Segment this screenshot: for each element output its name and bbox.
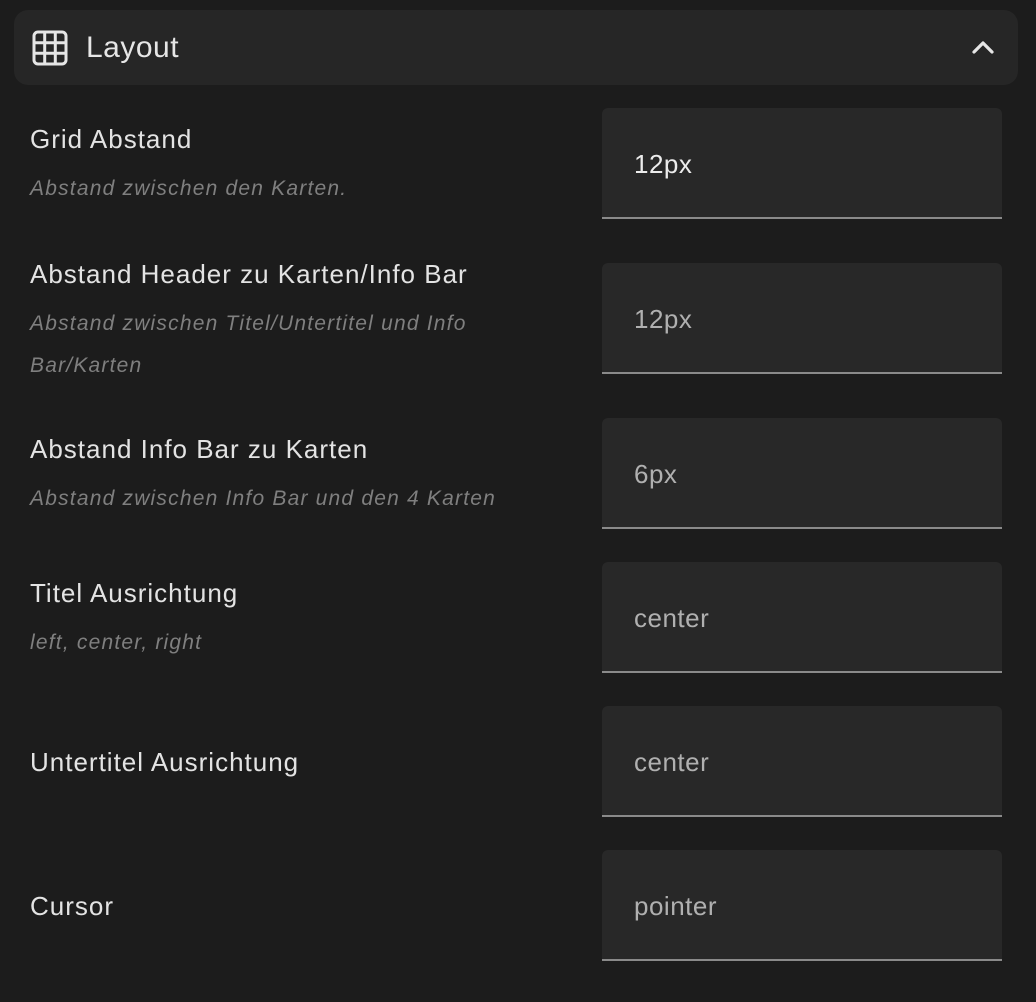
layout-section-header[interactable]: Layout [14,10,1018,85]
setting-label: Abstand Header zu Karten/Info Bar [30,259,468,289]
infobar-gap-field[interactable] [602,418,1002,529]
cursor-input[interactable] [634,886,974,926]
setting-description: Abstand zwischen den Karten. [30,177,348,200]
header-gap-input[interactable] [634,299,974,339]
grid-gap-input[interactable] [634,144,974,184]
grid-icon [32,30,68,66]
subtitle-align-field[interactable] [602,706,1002,817]
setting-label: Untertitel Ausrichtung [30,747,300,777]
infobar-gap-input[interactable] [634,454,974,494]
setting-label: Abstand Info Bar zu Karten [30,434,369,464]
cursor-field[interactable] [602,850,1002,961]
setting-description: Abstand zwischen Titel/Untertitel und In… [30,312,467,377]
title-align-field[interactable] [602,562,1002,673]
setting-label: Titel Ausrichtung [30,578,239,608]
header-gap-field[interactable] [602,263,1002,374]
grid-gap-field[interactable] [602,108,1002,219]
setting-label: Cursor [30,891,115,921]
layout-settings-panel: Layout Grid Abstand Abstand zwischen den… [0,0,1036,1002]
setting-description: left, center, right [30,631,203,654]
setting-description: Abstand zwischen Info Bar und den 4 Kart… [30,487,497,510]
title-align-input[interactable] [634,598,974,638]
chevron-up-icon[interactable] [970,34,996,60]
setting-label: Grid Abstand [30,124,193,154]
subtitle-align-input[interactable] [634,742,974,782]
section-title: Layout [86,31,180,64]
